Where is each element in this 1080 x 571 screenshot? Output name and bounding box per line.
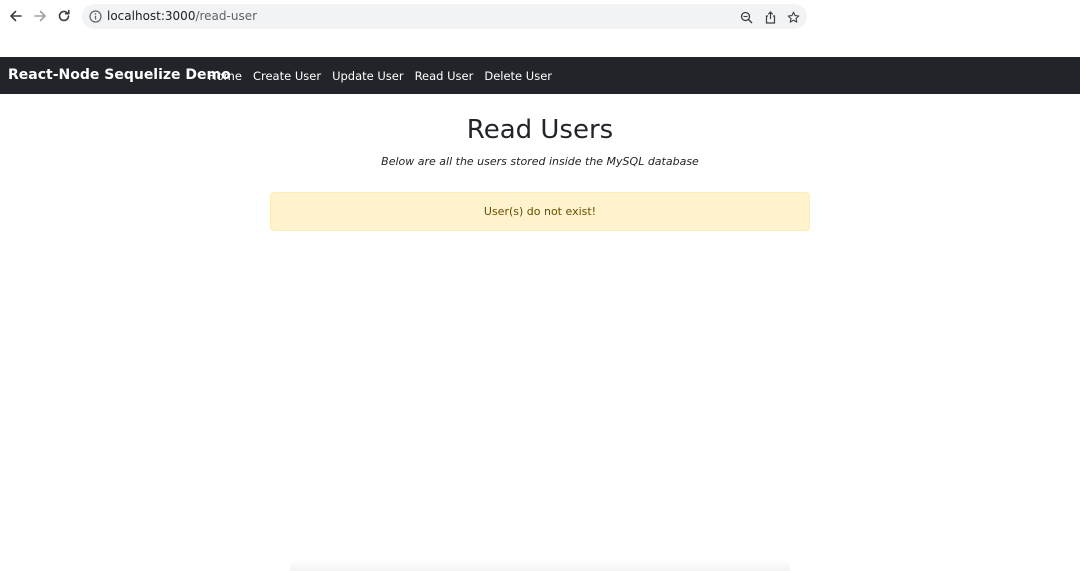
alert-message: User(s) do not exist!: [483, 205, 597, 218]
navbar-brand[interactable]: React-Node Sequelize Demo: [8, 57, 231, 94]
page-title: Read Users: [466, 115, 614, 145]
url-text[interactable]: localhost:3000/read-user: [107, 4, 257, 29]
forward-button[interactable]: [30, 6, 50, 26]
nav-link-read-user[interactable]: Read User: [415, 69, 474, 83]
star-icon: [787, 11, 799, 23]
reload-button[interactable]: [54, 6, 74, 26]
nav-link-home[interactable]: Home: [208, 69, 242, 83]
back-button[interactable]: [6, 6, 26, 26]
reload-icon: [58, 9, 70, 22]
bookmark-button[interactable]: [785, 9, 801, 25]
url-path: /read-user: [195, 9, 258, 23]
nav-links: Home Create User Update User Read User D…: [208, 57, 563, 94]
back-arrow-icon: [10, 10, 22, 22]
share-button[interactable]: [762, 9, 778, 25]
share-icon: [765, 10, 775, 24]
nav-link-update-user[interactable]: Update User: [332, 69, 404, 83]
bottom-fade: [290, 560, 790, 571]
app-navbar: React-Node Sequelize Demo Home Create Us…: [0, 57, 1080, 94]
nav-link-delete-user[interactable]: Delete User: [484, 69, 552, 83]
forward-arrow-icon: [34, 10, 46, 22]
nav-link-create-user[interactable]: Create User: [253, 69, 321, 83]
empty-users-alert: User(s) do not exist!: [270, 192, 810, 231]
info-icon[interactable]: [89, 10, 102, 23]
url-host: localhost:3000: [107, 9, 196, 23]
zoom-icon: [740, 11, 752, 23]
browser-toolbar: localhost:3000/read-user: [0, 0, 1080, 33]
page-subtitle: Below are all the users stored inside th…: [381, 155, 699, 168]
address-bar[interactable]: localhost:3000/read-user: [82, 4, 807, 29]
zoom-button[interactable]: [738, 9, 754, 25]
